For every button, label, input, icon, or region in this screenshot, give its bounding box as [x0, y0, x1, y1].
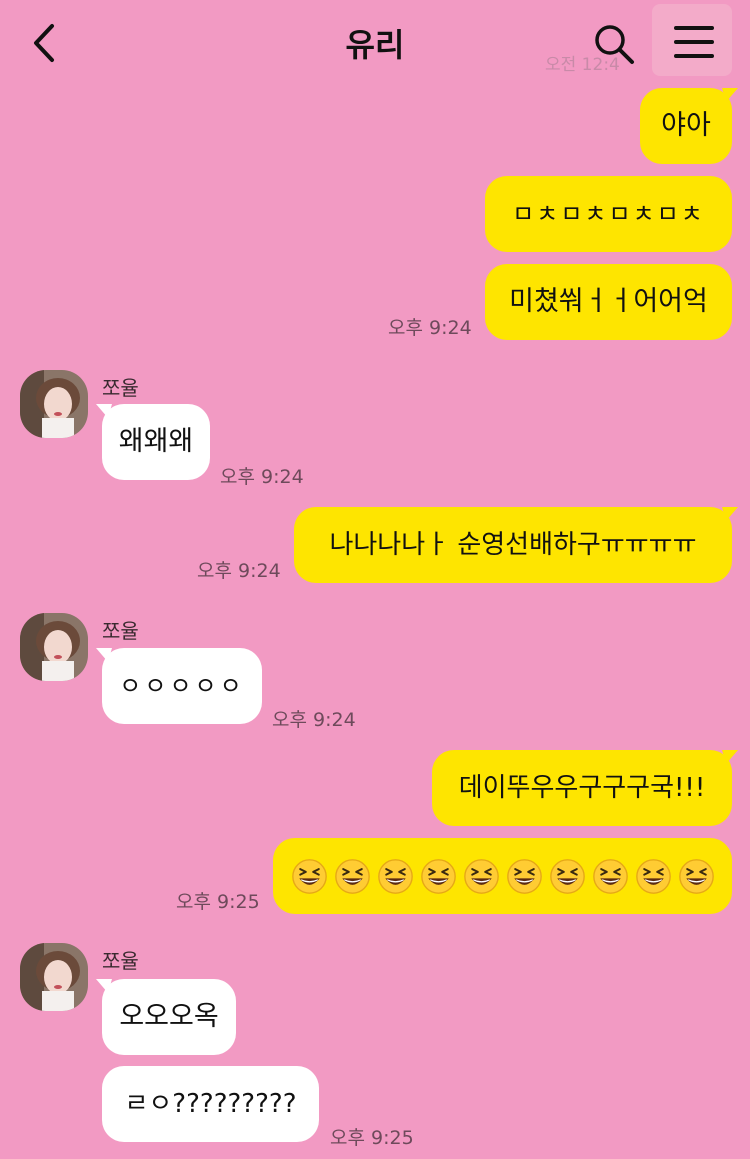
- my-message-bubble[interactable]: 나나나나ㅏ 순영선배하구ㅠㅠㅠㅠ: [294, 507, 732, 583]
- message-timestamp: 오후 9:24: [220, 466, 304, 488]
- hamburger-icon-line: [674, 54, 714, 58]
- grinning-squinting-face-icon: [334, 858, 370, 894]
- message-text: ㅁㅊㅁㅊㅁㅊㅁㅊ: [512, 200, 705, 228]
- search-button[interactable]: [590, 20, 638, 68]
- message-text: ㅇㅇㅇㅇㅇ: [119, 672, 245, 700]
- bubble-tail: [722, 750, 738, 764]
- hamburger-icon-line: [674, 40, 714, 44]
- message-text: 왜왜왜: [118, 426, 194, 457]
- grinning-squinting-face-icon: [592, 858, 628, 894]
- sender-name: 쪼율: [102, 376, 139, 400]
- emoji-row: [279, 858, 727, 895]
- avatar[interactable]: [20, 370, 88, 438]
- hamburger-icon: [674, 26, 714, 30]
- message-text: 나나나나ㅏ 순영선배하구ㅠㅠㅠㅠ: [329, 530, 697, 560]
- message-timestamp: 오후 9:24: [272, 709, 356, 731]
- sender-name: 쪼율: [102, 619, 139, 643]
- my-message-bubble[interactable]: 미쳤쒀ㅓㅓ어어억: [485, 264, 732, 340]
- grinning-squinting-face-icon: [678, 858, 714, 894]
- chevron-left-icon: [34, 24, 54, 62]
- message-text: ㄹㅇ?????????: [124, 1089, 297, 1119]
- profile-photo: [20, 370, 88, 438]
- my-emoji-message-bubble[interactable]: [273, 838, 732, 914]
- their-message-bubble[interactable]: 왜왜왜: [102, 404, 210, 480]
- back-button[interactable]: [26, 20, 66, 66]
- message-text: 오오오옥: [119, 1001, 219, 1032]
- their-message-bubble[interactable]: 오오오옥: [102, 979, 236, 1055]
- grinning-squinting-face-icon: [377, 858, 413, 894]
- grinning-squinting-face-icon: [463, 858, 499, 894]
- their-message-bubble[interactable]: ㄹㅇ?????????: [102, 1066, 319, 1142]
- message-timestamp: 오후 9:25: [330, 1127, 414, 1149]
- grinning-squinting-face-icon: [291, 858, 327, 894]
- profile-photo: [20, 613, 88, 681]
- message-timestamp: 오후 9:24: [388, 317, 472, 339]
- chat-header: 오전 12:4 유리: [0, 0, 750, 86]
- message-text: 데이뚜우우구구구국!!!: [458, 773, 706, 803]
- message-text: 야아: [661, 110, 711, 141]
- my-message-bubble[interactable]: ㅁㅊㅁㅊㅁㅊㅁㅊ: [485, 176, 732, 252]
- sender-name: 쪼율: [102, 949, 139, 973]
- grinning-squinting-face-icon: [420, 858, 456, 894]
- bubble-tail: [96, 404, 112, 418]
- bubble-tail: [96, 979, 112, 993]
- my-message-bubble[interactable]: 야아: [640, 88, 732, 164]
- avatar[interactable]: [20, 613, 88, 681]
- grinning-squinting-face-icon: [549, 858, 585, 894]
- grinning-squinting-face-icon: [506, 858, 542, 894]
- message-timestamp: 오후 9:25: [176, 891, 260, 913]
- profile-photo: [20, 943, 88, 1011]
- menu-button[interactable]: [652, 4, 732, 76]
- bubble-tail: [722, 88, 738, 102]
- my-message-bubble[interactable]: 데이뚜우우구구구국!!!: [432, 750, 732, 826]
- bubble-tail: [96, 648, 112, 662]
- bubble-tail: [722, 507, 738, 521]
- avatar[interactable]: [20, 943, 88, 1011]
- search-icon: [595, 25, 634, 64]
- message-text: 미쳤쒀ㅓㅓ어어억: [509, 286, 708, 317]
- their-message-bubble[interactable]: ㅇㅇㅇㅇㅇ: [102, 648, 262, 724]
- grinning-squinting-face-icon: [635, 858, 671, 894]
- message-timestamp: 오후 9:24: [197, 560, 281, 582]
